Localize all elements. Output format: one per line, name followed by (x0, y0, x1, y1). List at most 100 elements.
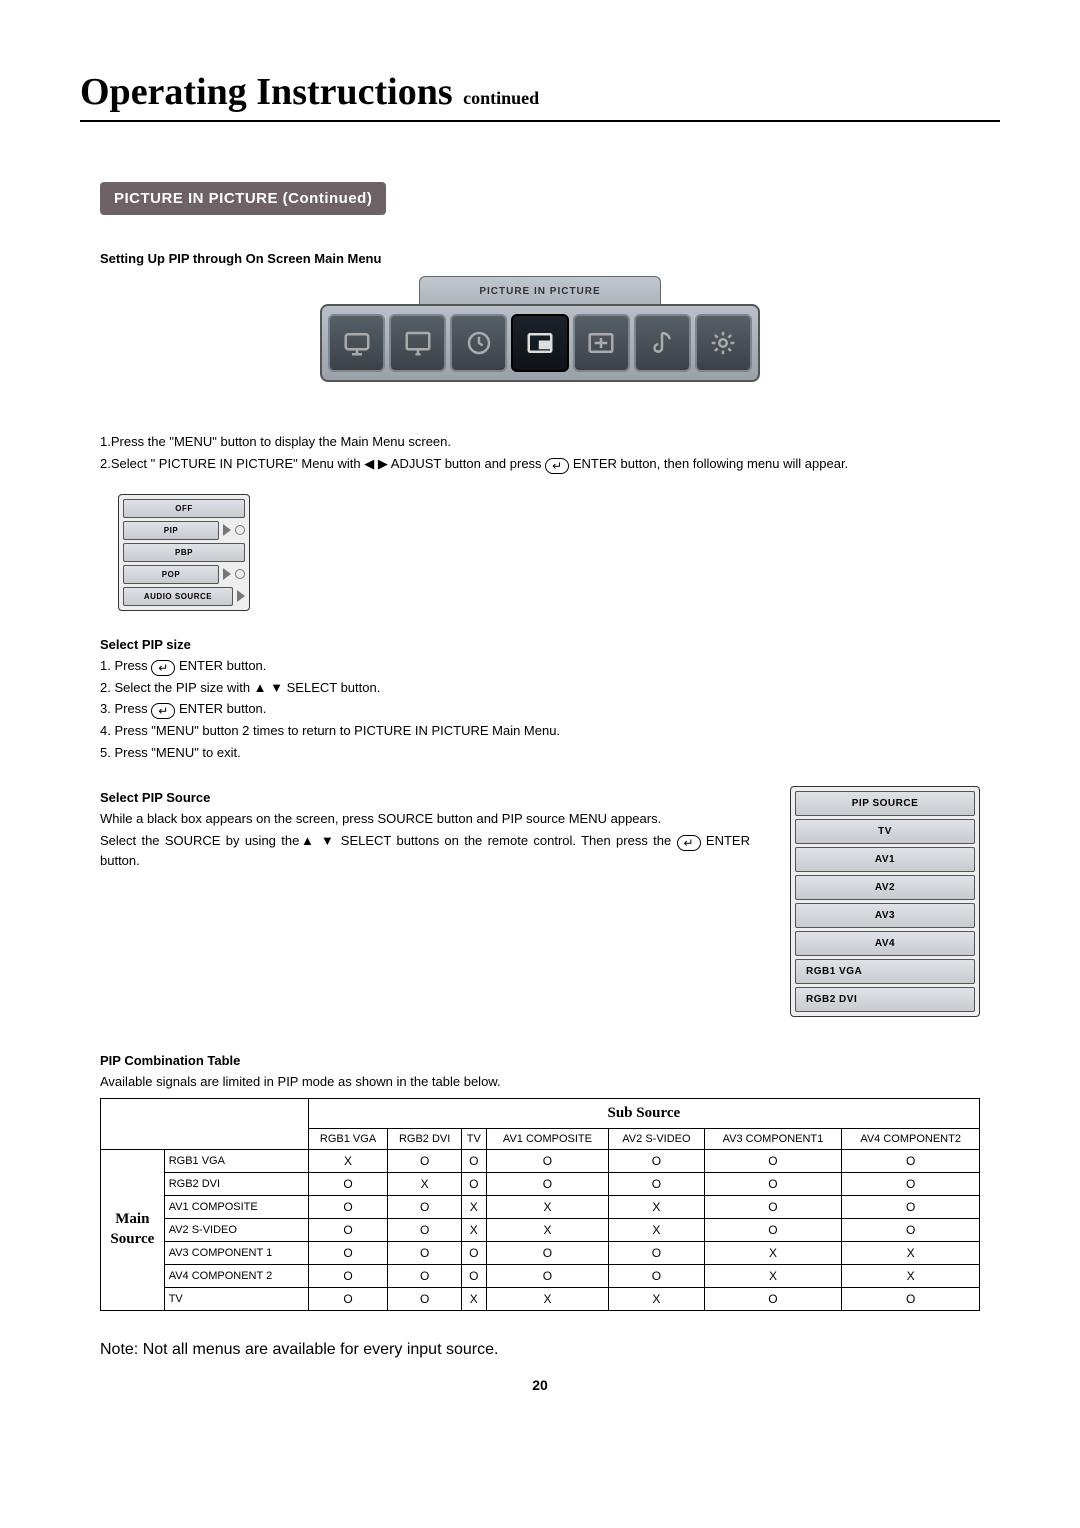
tile-clock-icon (450, 314, 507, 372)
table-cell: X (486, 1195, 609, 1218)
table-cell: O (609, 1241, 704, 1264)
osd-source-menu: PIP SOURCE TV AV1 AV2 AV3 AV4 RGB1 VGA R… (790, 786, 980, 1017)
table-cell: O (704, 1195, 842, 1218)
table-cell: O (486, 1149, 609, 1172)
table-cell: O (388, 1195, 461, 1218)
table-cell: O (704, 1287, 842, 1310)
subhead-setup: Setting Up PIP through On Screen Main Me… (100, 251, 980, 266)
enter-icon: ↵ (151, 703, 175, 719)
table-cell: X (609, 1195, 704, 1218)
pip-source-p2a: Select the SOURCE by using the▲ ▼ SELECT… (100, 833, 677, 848)
sub-source-header: Sub Source (308, 1098, 979, 1128)
table-cell: O (308, 1172, 388, 1195)
arrow-left-icon: ◀ (364, 456, 374, 471)
osd-menu: OFF PIP PBP POP AUDIO SOURCE (118, 494, 250, 611)
enter-icon: ↵ (677, 835, 701, 851)
osd-source-rgb1: RGB1 VGA (795, 959, 975, 984)
osd-item-audiosrc: AUDIO SOURCE (123, 587, 233, 606)
osd-source-av3: AV3 (795, 903, 975, 928)
arrow-right-icon: ▶ (378, 456, 388, 471)
table-cell: O (609, 1264, 704, 1287)
table-cell: O (388, 1241, 461, 1264)
table-cell: X (461, 1218, 486, 1241)
table-cell: O (704, 1149, 842, 1172)
tile-pip-icon (511, 314, 568, 372)
table-cell: O (842, 1172, 980, 1195)
intro-step-2a: 2.Select " PICTURE IN PICTURE" Menu with (100, 456, 364, 471)
table-cell: X (609, 1287, 704, 1310)
table-cell: O (388, 1149, 461, 1172)
osd-source-header: PIP SOURCE (795, 791, 975, 816)
main-source-header: MainSource (101, 1149, 165, 1310)
tile-audio-icon (634, 314, 691, 372)
row-label: AV2 S-VIDEO (164, 1218, 308, 1241)
page-heading: Operating Instructions continued (80, 70, 1000, 122)
pip-source-p1: While a black box appears on the screen,… (100, 809, 750, 829)
row-label: TV (164, 1287, 308, 1310)
tile-settings-icon (695, 314, 752, 372)
osd-source-rgb2: RGB2 DVI (795, 987, 975, 1012)
table-cell: O (388, 1218, 461, 1241)
table-cell: O (609, 1149, 704, 1172)
tile-adjust-icon (573, 314, 630, 372)
table-cell: O (842, 1195, 980, 1218)
table-cell: X (308, 1149, 388, 1172)
table-cell: X (704, 1241, 842, 1264)
tile-monitor-icon (389, 314, 446, 372)
row-label: AV3 COMPONENT 1 (164, 1241, 308, 1264)
pip-source-p2: Select the SOURCE by using the▲ ▼ SELECT… (100, 831, 750, 871)
col-header: RGB1 VGA (308, 1128, 388, 1149)
triangle-icon (237, 590, 245, 602)
pip-size-step-5: 5. Press "MENU" to exit. (100, 743, 980, 763)
table-cell: O (609, 1172, 704, 1195)
heading-title: Operating Instructions (80, 71, 453, 113)
combo-intro: Available signals are limited in PIP mod… (100, 1072, 980, 1092)
col-header: AV1 COMPOSITE (486, 1128, 609, 1149)
col-header: AV4 COMPONENT2 (842, 1128, 980, 1149)
col-header: AV3 COMPONENT1 (704, 1128, 842, 1149)
select-pip-source-heading: Select PIP Source (100, 790, 750, 805)
row-label: RGB2 DVI (164, 1172, 308, 1195)
row-label: RGB1 VGA (164, 1149, 308, 1172)
col-header: AV2 S-VIDEO (609, 1128, 704, 1149)
enter-icon: ↵ (151, 660, 175, 676)
table-cell: X (388, 1172, 461, 1195)
table-cell: X (461, 1287, 486, 1310)
circle-icon (235, 525, 245, 535)
table-cell: O (842, 1287, 980, 1310)
note: Note: Not all menus are available for ev… (100, 1341, 980, 1359)
table-cell: O (704, 1172, 842, 1195)
combo-heading: PIP Combination Table (100, 1053, 980, 1068)
table-cell: X (486, 1287, 609, 1310)
table-cell: O (461, 1172, 486, 1195)
table-cell: X (704, 1264, 842, 1287)
table-cell: X (842, 1241, 980, 1264)
table-cell: O (461, 1241, 486, 1264)
table-cell: X (842, 1264, 980, 1287)
table-cell: O (486, 1172, 609, 1195)
section-chip: PICTURE IN PICTURE (Continued) (100, 182, 386, 215)
table-cell: O (461, 1149, 486, 1172)
pip-illustration-label: PICTURE IN PICTURE (419, 276, 661, 306)
pip-combo-table: Sub Source RGB1 VGARGB2 DVITVAV1 COMPOSI… (100, 1098, 980, 1311)
intro-step-2c: ENTER button, then following menu will a… (569, 456, 848, 471)
table-cell: X (461, 1195, 486, 1218)
table-cell: O (842, 1218, 980, 1241)
pip-illustration: PICTURE IN PICTURE (320, 276, 760, 382)
pip-size-step-5-text: Press "MENU" to exit. (114, 745, 240, 760)
table-cell: O (486, 1241, 609, 1264)
table-cell: O (308, 1264, 388, 1287)
table-cell: O (308, 1218, 388, 1241)
triangle-icon (223, 568, 231, 580)
table-cell: O (308, 1241, 388, 1264)
osd-item-off: OFF (123, 499, 245, 518)
table-cell: O (704, 1218, 842, 1241)
osd-item-pop: POP (123, 565, 219, 584)
intro-step-1: 1.Press the "MENU" button to display the… (100, 432, 980, 452)
col-header: TV (461, 1128, 486, 1149)
osd-source-av2: AV2 (795, 875, 975, 900)
pip-size-step-4-text: Press "MENU" button 2 times to return to… (114, 723, 560, 738)
table-cell: O (388, 1287, 461, 1310)
table-cell: O (308, 1287, 388, 1310)
table-cell: X (609, 1218, 704, 1241)
